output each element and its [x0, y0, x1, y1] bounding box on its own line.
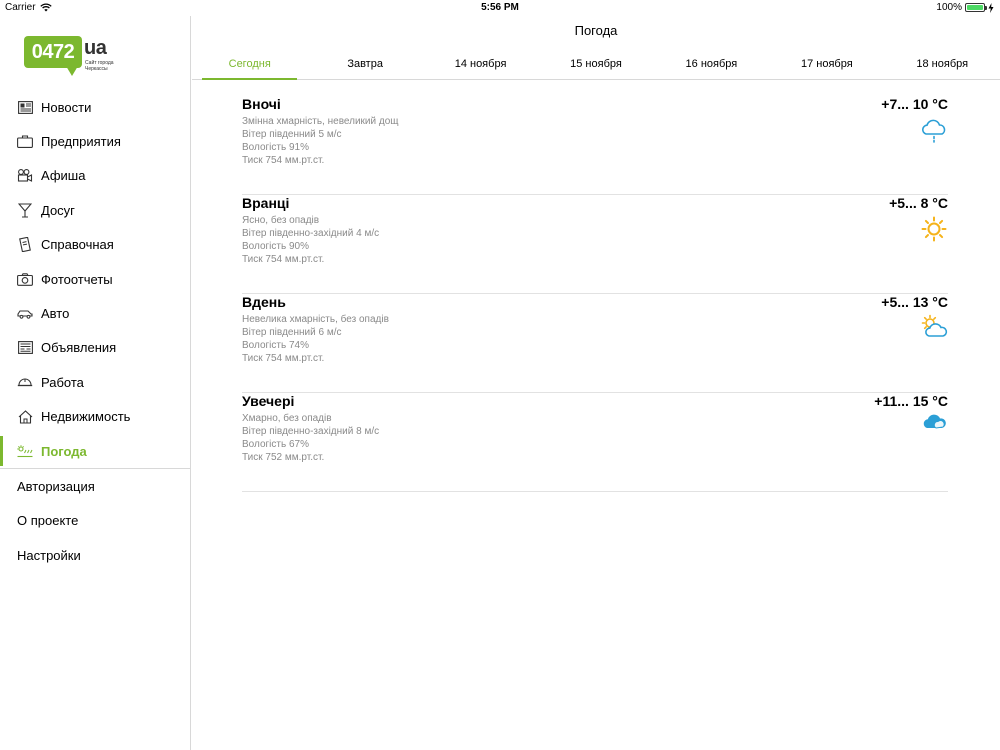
sidebar-item-label: Объявления	[41, 340, 117, 356]
condition-text: Ясно, без опадів	[242, 215, 320, 226]
sidebar: 0472 ua Сайт города Черкассы Новости Пре…	[0, 16, 191, 750]
condition-text: Невелика хмарність, без опадів	[242, 314, 389, 325]
main-content: Погода Сегодня Завтра 14 ноября 15 ноябр…	[192, 16, 1000, 750]
wind-text: Вітер південно-західний 8 м/с	[242, 426, 380, 437]
camera-icon	[17, 271, 33, 287]
sidebar-item-real-estate[interactable]: Недвижимость	[0, 400, 191, 434]
movie-camera-icon	[17, 168, 33, 184]
temperature: +7... 10 °C	[881, 96, 948, 112]
logo-domain: ua	[84, 37, 107, 59]
humidity-text: Вологість 74%	[242, 340, 309, 351]
pressure-text: Тиск 754 мм.рт.ст.	[242, 254, 325, 265]
sidebar-item-label: Авторизация	[17, 478, 95, 494]
rain-cloud-icon	[920, 118, 948, 144]
humidity-text: Вологість 91%	[242, 142, 309, 153]
phone-book-icon	[17, 237, 33, 253]
logo-bubble-tail	[66, 66, 78, 76]
condition-text: Змінна хмарність, невеликий дощ	[242, 116, 399, 127]
sidebar-item-afisha[interactable]: Афиша	[0, 159, 191, 193]
sidebar-item-label: Афиша	[41, 168, 86, 184]
temperature: +11... 15 °C	[874, 393, 948, 409]
pressure-text: Тиск 752 мм.рт.ст.	[242, 452, 325, 463]
sidebar-item-settings[interactable]: Настройки	[0, 538, 191, 572]
sidebar-item-label: Работа	[41, 374, 84, 390]
period-title: Вдень	[242, 294, 286, 310]
temperature: +5... 8 °C	[889, 195, 948, 211]
status-right: 100%	[936, 2, 994, 13]
cloud-icon	[920, 411, 948, 437]
sidebar-item-label: Досуг	[41, 202, 75, 218]
car-icon	[17, 306, 33, 322]
sidebar-item-label: Новости	[41, 99, 92, 115]
humidity-text: Вологість 90%	[242, 241, 309, 252]
sidebar-item-login[interactable]: Авторизация	[0, 469, 191, 503]
tab-nov-15[interactable]: 15 ноября	[538, 56, 653, 79]
sidebar-item-about[interactable]: О проекте	[0, 504, 191, 538]
sidebar-item-jobs[interactable]: Работа	[0, 365, 191, 399]
sidebar-item-directory[interactable]: Справочная	[0, 228, 191, 262]
forecast-row: Вночі Змінна хмарність, невеликий дощ Ві…	[242, 96, 948, 195]
weather-icon	[17, 443, 33, 459]
logo-number: 0472	[24, 36, 82, 68]
sidebar-item-leisure[interactable]: Досуг	[0, 193, 191, 227]
wind-text: Вітер південно-західний 4 м/с	[242, 228, 380, 239]
sidebar-item-ads[interactable]: Объявления	[0, 331, 191, 365]
newspaper-icon	[17, 99, 33, 115]
clock: 5:56 PM	[481, 2, 519, 13]
tab-nov-18[interactable]: 18 ноября	[885, 56, 1000, 79]
tab-nov-14[interactable]: 14 ноября	[423, 56, 538, 79]
period-title: Вночі	[242, 96, 281, 112]
tab-today[interactable]: Сегодня	[192, 56, 307, 80]
humidity-text: Вологість 67%	[242, 439, 309, 450]
tab-nov-17[interactable]: 17 ноября	[769, 56, 884, 79]
forecast-row: Увечері Хмарно, без опадів Вітер південн…	[242, 393, 948, 492]
pressure-text: Тиск 754 мм.рт.ст.	[242, 353, 325, 364]
battery-icon	[965, 3, 987, 12]
page-title: Погода	[574, 23, 618, 38]
sidebar-item-label: О проекте	[17, 513, 79, 529]
sidebar-item-auto[interactable]: Авто	[0, 296, 191, 330]
sidebar-nav: Новости Предприятия Афиша Досуг Справочн…	[0, 90, 191, 572]
sidebar-item-label: Настройки	[17, 547, 81, 563]
cocktail-icon	[17, 202, 33, 218]
period-title: Увечері	[242, 393, 295, 409]
tab-nov-16[interactable]: 16 ноября	[654, 56, 769, 79]
sidebar-item-label: Справочная	[41, 237, 114, 253]
sidebar-item-label: Предприятия	[41, 134, 121, 150]
sidebar-item-label: Недвижимость	[41, 409, 131, 425]
sidebar-item-label: Фотоотчеты	[41, 271, 113, 287]
pressure-text: Тиск 754 мм.рт.ст.	[242, 155, 325, 166]
house-icon	[17, 409, 33, 425]
briefcase-icon	[17, 134, 33, 150]
battery-level	[967, 5, 983, 10]
charging-icon	[988, 2, 994, 13]
condition-text: Хмарно, без опадів	[242, 413, 332, 424]
helmet-icon	[17, 374, 33, 390]
status-bar: Carrier 5:56 PM 100%	[0, 0, 1000, 16]
wind-text: Вітер південний 6 м/с	[242, 327, 342, 338]
battery-percent: 100%	[936, 2, 962, 13]
sidebar-item-label: Авто	[41, 306, 70, 322]
sidebar-item-news[interactable]: Новости	[0, 90, 191, 124]
period-title: Вранці	[242, 195, 290, 211]
board-icon	[17, 340, 33, 356]
sidebar-item-label: Погода	[41, 443, 87, 459]
day-tabs: Сегодня Завтра 14 ноября 15 ноября 16 но…	[192, 56, 1000, 80]
forecast-list: Вночі Змінна хмарність, невеликий дощ Ві…	[242, 96, 948, 492]
temperature: +5... 13 °C	[881, 294, 948, 310]
partly-cloudy-icon	[920, 314, 948, 340]
sidebar-item-weather[interactable]: Погода	[0, 434, 191, 468]
logo-tagline: Сайт города Черкассы	[85, 60, 114, 72]
tab-tomorrow[interactable]: Завтра	[307, 56, 422, 79]
sidebar-item-photo-reports[interactable]: Фотоотчеты	[0, 262, 191, 296]
sun-icon	[920, 215, 948, 242]
forecast-row: Вранці Ясно, без опадів Вітер південно-з…	[242, 195, 948, 294]
sidebar-item-enterprises[interactable]: Предприятия	[0, 124, 191, 158]
site-logo[interactable]: 0472 ua Сайт города Черкассы	[24, 36, 124, 78]
forecast-row: Вдень Невелика хмарність, без опадів Віт…	[242, 294, 948, 393]
wind-text: Вітер південний 5 м/с	[242, 129, 342, 140]
